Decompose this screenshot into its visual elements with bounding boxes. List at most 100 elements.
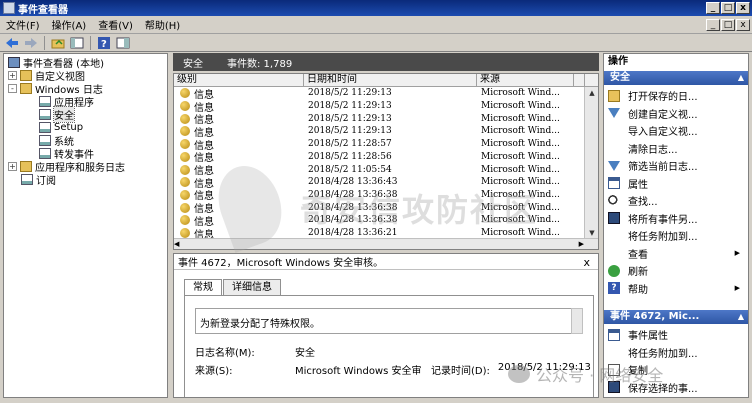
action-item[interactable]: 筛选当前日志... [608, 158, 746, 173]
action-label: 导入自定义视... [628, 127, 698, 138]
action-item[interactable]: 清除日志... [608, 141, 746, 156]
event-message[interactable]: 为新登录分配了特殊权限。 [195, 308, 580, 334]
message-scrollbar[interactable] [571, 308, 583, 334]
event-datetime-cell: 2018/5/2 11:28:57 [308, 139, 392, 150]
refresh-icon [608, 264, 620, 277]
action-label: 查找... [628, 197, 658, 208]
event-source-cell: Microsoft Wind... [481, 101, 560, 112]
info-key-icon [180, 151, 190, 162]
blank-icon [608, 346, 620, 358]
event-source-cell: Microsoft Wind... [481, 113, 560, 124]
footer-watermark-text: 公众号 · 网络安全 [536, 366, 664, 385]
expand-icon[interactable]: + [8, 162, 17, 171]
log-name-value: 安全 [295, 348, 315, 359]
log-header: 安全 事件数: 1,789 [173, 53, 599, 71]
folder-icon [20, 161, 32, 172]
info-key-icon [180, 88, 190, 99]
tree-item-app-service-logs[interactable]: + 应用程序和服务日志 [8, 160, 125, 174]
menu-file[interactable]: 文件(F) [6, 17, 40, 32]
action-item[interactable]: 将所有事件另... [608, 211, 746, 226]
folder-icon [20, 70, 32, 81]
action-item[interactable]: 创建自定义视... [608, 106, 746, 121]
action-label: 创建自定义视... [628, 109, 698, 121]
action-label: 将任务附加到... [628, 348, 698, 360]
scroll-up-icon[interactable]: ▲ [585, 87, 598, 99]
action-item[interactable]: 刷新 [608, 263, 746, 278]
actions-title: 操作 [608, 56, 628, 67]
action-item[interactable]: 将任务附加到... [608, 345, 746, 360]
action-item[interactable]: 将任务附加到... [608, 228, 746, 243]
log-icon [39, 109, 51, 120]
event-count: 事件数: 1,789 [227, 58, 293, 70]
mdi-minimize-button[interactable]: _ [706, 19, 720, 31]
log-icon [39, 135, 51, 146]
menu-action[interactable]: 操作(A) [52, 17, 87, 32]
action-item[interactable]: 查看 ▶ [608, 246, 746, 261]
up-folder-icon[interactable] [50, 36, 66, 50]
info-key-icon [180, 101, 190, 112]
navigation-tree: 事件查看器 (本地) + 自定义视图 - Windows 日志 应用程序 安全 … [3, 53, 168, 398]
event-datetime-cell: 2018/5/2 11:05:54 [308, 164, 392, 175]
actions-section-security[interactable]: 安全 ▲ [604, 71, 748, 85]
action-item[interactable]: 事件属性 [608, 327, 746, 342]
action-label: 筛选当前日志... [628, 162, 698, 173]
show-hide-tree-icon[interactable] [69, 36, 85, 50]
source-label: 来源(S): [195, 366, 233, 377]
event-datetime-cell: 2018/5/2 11:29:13 [308, 126, 392, 137]
tree-item-subscriptions[interactable]: 订阅 [21, 173, 56, 187]
wechat-logo-icon [508, 365, 530, 383]
action-item[interactable]: ? 帮助 ▶ [608, 281, 746, 296]
info-key-icon [180, 113, 190, 124]
filter-icon [608, 108, 620, 118]
menu-help[interactable]: 帮助(H) [145, 17, 180, 32]
open-icon [608, 89, 620, 102]
forward-arrow-icon[interactable] [23, 36, 39, 50]
scroll-right-icon[interactable]: ▶ [579, 240, 584, 248]
back-arrow-icon[interactable] [4, 36, 20, 50]
menu-view[interactable]: 查看(V) [98, 17, 133, 32]
blank-icon [608, 230, 620, 242]
maximize-button[interactable]: □ [721, 2, 735, 14]
action-label: 将所有事件另... [628, 214, 698, 226]
show-hide-actions-icon[interactable] [115, 36, 131, 50]
expand-icon[interactable]: + [8, 71, 17, 80]
action-item[interactable]: 属性 [608, 176, 746, 191]
minimize-button[interactable]: _ [706, 2, 720, 14]
collapse-caret-icon[interactable]: ▲ [738, 71, 744, 85]
title-bar: 事件查看器 _ □ x [0, 0, 752, 16]
action-item[interactable]: 查找... [608, 193, 746, 208]
menu-bar: 文件(F) 操作(A) 查看(V) 帮助(H) _ □ x [0, 16, 752, 34]
action-item[interactable]: 打开保存的日... [608, 88, 746, 103]
collapse-icon[interactable]: - [8, 84, 17, 93]
action-label: 帮助 [628, 284, 648, 296]
action-item[interactable]: 导入自定义视... [608, 123, 746, 138]
folder-icon [20, 83, 32, 94]
action-label: 刷新 [628, 267, 648, 278]
event-detail-title-text: 事件 4672，Microsoft Windows 安全审核。 [178, 258, 384, 269]
help-icon[interactable]: ? [96, 36, 112, 50]
tree-item-label: 安全 [53, 106, 75, 123]
collapse-caret-icon[interactable]: ▲ [738, 310, 744, 324]
info-key-icon [180, 228, 190, 239]
action-label: 属性 [628, 179, 648, 191]
info-key-icon [180, 164, 190, 175]
column-source[interactable]: 来源 [477, 74, 574, 87]
tree-item-security[interactable]: 安全 [39, 106, 75, 123]
info-key-icon [180, 139, 190, 150]
close-button[interactable]: x [736, 2, 750, 14]
log-name-label: 日志名称(M): [195, 348, 255, 359]
close-icon[interactable]: x [583, 256, 590, 269]
scroll-left-icon[interactable]: ◀ [174, 240, 179, 248]
action-label: 事件属性 [628, 331, 668, 342]
mdi-close-button[interactable]: x [736, 19, 750, 31]
detail-tabs: 常规 详细信息 [184, 279, 282, 296]
section-header-label: 事件 4672, Mic... [610, 311, 700, 322]
event-datetime-cell: 2018/5/2 11:29:13 [308, 101, 392, 112]
tab-details[interactable]: 详细信息 [223, 279, 281, 295]
tab-general[interactable]: 常规 [184, 279, 222, 296]
event-datetime-cell: 2018/5/2 11:28:56 [308, 151, 392, 162]
event-list-vertical-scrollbar[interactable]: ▲ ▼ [584, 87, 598, 239]
column-datetime[interactable]: 日期和时间 [304, 74, 477, 87]
actions-section-event[interactable]: 事件 4672, Mic... ▲ [604, 310, 748, 324]
mdi-maximize-button[interactable]: □ [721, 19, 735, 31]
